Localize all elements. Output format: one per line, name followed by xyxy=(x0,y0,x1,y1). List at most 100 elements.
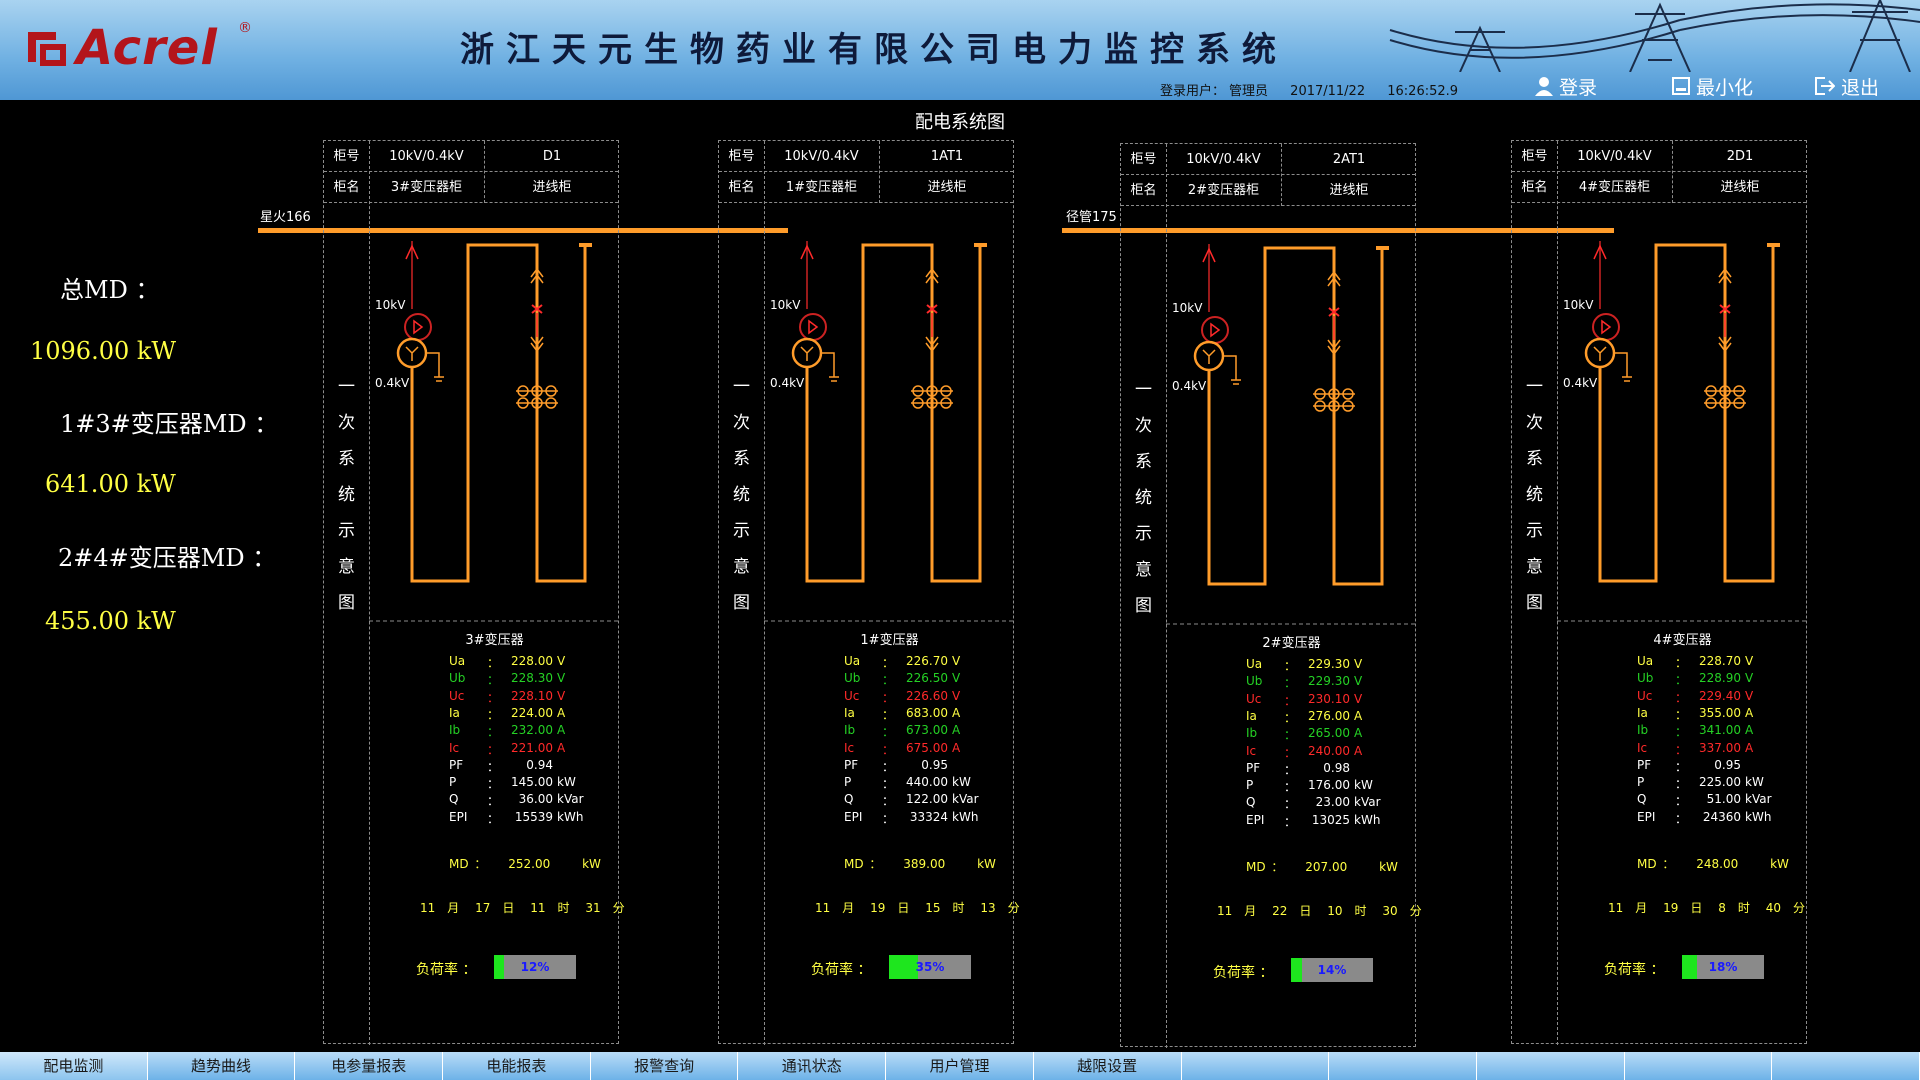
hv-voltage-label: 10kV xyxy=(1172,301,1203,315)
measure-label-ua: Ua xyxy=(449,654,466,668)
tab-empty-slot xyxy=(1477,1052,1625,1080)
measure-label-q: Q xyxy=(449,792,459,807)
measure-colon: ： xyxy=(1675,811,1688,826)
tab-7[interactable]: 用户管理 xyxy=(886,1052,1034,1080)
measure-colon: ： xyxy=(882,673,895,688)
measure-label-uc: Uc xyxy=(844,688,860,703)
measure-colon: ： xyxy=(1675,777,1688,792)
current-date: 2017/11/22 xyxy=(1290,84,1366,99)
measure-label-ia: Ia xyxy=(1637,705,1648,720)
md-month: 11 xyxy=(420,901,436,915)
measure-colon: ： xyxy=(882,811,895,826)
tab-empty-slot xyxy=(1182,1052,1330,1080)
md-month: 11 xyxy=(815,901,831,915)
day-unit: 日 xyxy=(1299,904,1312,918)
md-hour: 8 xyxy=(1718,901,1726,915)
md-minute: 13 xyxy=(980,901,996,915)
measure-colon: ： xyxy=(882,690,895,705)
measure-unit-ib: A xyxy=(557,723,566,738)
transformer-name: 4#变压器 xyxy=(1653,633,1712,648)
tab-1[interactable]: 配电监测 xyxy=(0,1052,148,1080)
measure-colon: ： xyxy=(1284,676,1297,691)
load-rate-label: 负荷率 ： xyxy=(416,962,477,978)
md-timestamp: 11 月 19 日 8时 40 分 xyxy=(1608,899,1817,916)
measure-value-q: 23.00 xyxy=(1315,795,1350,810)
minimize-button[interactable]: 最小化 xyxy=(1672,74,1753,99)
measure-label-epi: EPI xyxy=(449,809,468,824)
measure-value-epi: 33324 xyxy=(909,809,948,824)
tab-4[interactable]: 电能报表 xyxy=(443,1052,591,1080)
md-unit: kW xyxy=(977,857,996,871)
tab-3[interactable]: 电参量报表 xyxy=(295,1052,444,1080)
max-demand-row: MD ： 389.00 kW xyxy=(844,855,996,872)
measure-label-ic: Ic xyxy=(1637,740,1648,755)
measure-colon: ： xyxy=(487,725,500,740)
measure-value-ia: 276.00 xyxy=(1308,708,1350,723)
measure-unit-q: kVar xyxy=(1354,795,1381,810)
tab-6[interactable]: 通讯状态 xyxy=(738,1052,887,1080)
load-rate-bar: 14% xyxy=(1291,958,1373,982)
measure-unit-ib: A xyxy=(952,723,961,738)
measure-unit-q: kVar xyxy=(557,792,584,807)
measure-value-ia: 224.00 xyxy=(511,705,553,720)
measure-colon: ： xyxy=(487,707,500,722)
measure-label-epi: EPI xyxy=(844,809,863,824)
measure-unit-epi: kWh xyxy=(1745,809,1772,824)
measure-value-ic: 221.00 xyxy=(511,740,553,755)
tab-8[interactable]: 越限设置 xyxy=(1034,1052,1182,1080)
measure-colon: ： xyxy=(1284,762,1297,777)
tab-empty-slot xyxy=(1772,1052,1920,1080)
minute-unit: 分 xyxy=(1793,901,1806,915)
schematic-lines xyxy=(764,241,1015,622)
transformer-name: 2#变压器 xyxy=(1262,636,1321,651)
hour-unit: 时 xyxy=(952,901,965,915)
measure-unit-p: kW xyxy=(1745,775,1764,790)
measure-unit-ub: V xyxy=(557,671,566,686)
measure-label-p: P xyxy=(1246,778,1254,793)
measure-label-epi: EPI xyxy=(1637,809,1656,824)
measure-colon: ： xyxy=(1284,693,1297,708)
measure-unit-ic: A xyxy=(1354,743,1363,758)
measure-label-p: P xyxy=(844,775,852,790)
measure-unit-ia: A xyxy=(1354,708,1363,723)
tab-2[interactable]: 趋势曲线 xyxy=(148,1052,296,1080)
md-unit: kW xyxy=(1379,860,1398,874)
measure-value-ub: 228.30 xyxy=(511,671,553,686)
month-unit: 月 xyxy=(1244,904,1257,918)
group1-md-value: 641.00 kW xyxy=(45,470,176,498)
measure-label-q: Q xyxy=(1246,795,1256,810)
md-label: MD xyxy=(844,857,864,871)
md-value: 252.00 xyxy=(508,857,551,871)
measure-colon: ： xyxy=(1675,759,1688,774)
cabinet-panel-3: 柜号 10kV/0.4kV 2AT1 柜名 2#变压器柜 进线柜 一次系统示意图 xyxy=(1120,143,1422,1048)
measure-label-ia: Ia xyxy=(844,705,855,720)
minute-unit: 分 xyxy=(1007,901,1020,915)
load-rate-text: 14% xyxy=(1317,963,1347,977)
md-colon: ： xyxy=(474,857,487,871)
login-label: 登录 xyxy=(1559,76,1598,99)
measure-label-ua: Ua xyxy=(1637,654,1654,668)
max-demand-row: MD ： 207.00 kW xyxy=(1246,858,1398,875)
md-label: MD xyxy=(449,857,469,871)
measure-unit-uc: V xyxy=(952,688,961,703)
measure-colon: ： xyxy=(1284,710,1297,725)
login-button[interactable]: 登录 xyxy=(1535,74,1598,99)
measure-value-uc: 226.60 xyxy=(906,688,948,703)
md-minute: 40 xyxy=(1765,901,1782,915)
measure-value-p: 440.00 xyxy=(906,775,948,790)
measure-colon: ： xyxy=(487,794,500,809)
measure-value-ia: 683.00 xyxy=(906,705,948,720)
md-value: 389.00 xyxy=(903,857,946,871)
md-hour: 15 xyxy=(925,901,941,915)
measure-colon: ： xyxy=(882,742,895,757)
measure-label-q: Q xyxy=(1637,792,1647,807)
measure-unit-ia: A xyxy=(952,705,961,720)
measure-colon: ： xyxy=(882,725,895,740)
exit-button[interactable]: 退出 xyxy=(1815,74,1879,99)
md-day: 19 xyxy=(1663,901,1679,915)
schematic-lines xyxy=(1166,244,1417,625)
load-rate-bar: 18% xyxy=(1682,955,1764,979)
measure-value-uc: 230.10 xyxy=(1308,691,1350,706)
measure-unit-epi: kWh xyxy=(557,809,584,824)
tab-5[interactable]: 报警查询 xyxy=(591,1052,739,1080)
